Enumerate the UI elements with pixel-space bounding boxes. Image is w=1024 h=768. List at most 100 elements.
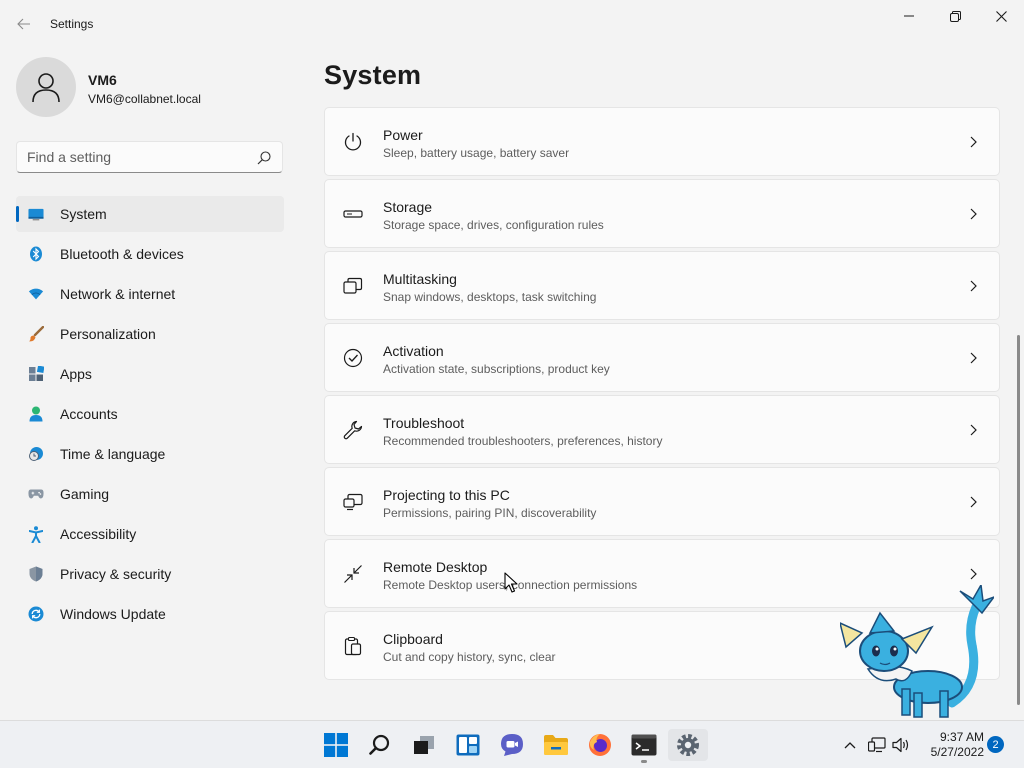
- card-title: Power: [383, 127, 423, 143]
- shield-icon: [28, 566, 44, 582]
- bluetooth-icon: [28, 246, 44, 262]
- sidebar-nav: System Bluetooth & devices Network & int…: [16, 196, 284, 636]
- sidebar-item-label: Personalization: [60, 326, 156, 342]
- vertical-scrollbar[interactable]: [1017, 335, 1020, 705]
- card-subtitle: Sleep, battery usage, battery saver: [383, 146, 570, 160]
- chevron-right-icon: [967, 207, 979, 221]
- card-title: Remote Desktop: [383, 559, 488, 575]
- card-subtitle: Activation state, subscriptions, product…: [383, 362, 610, 376]
- card-subtitle: Permissions, pairing PIN, discoverabilit…: [383, 506, 597, 520]
- sidebar-item-gaming[interactable]: Gaming: [16, 476, 284, 512]
- taskbar-search-icon: [369, 734, 390, 755]
- storage-drive-icon: [343, 204, 363, 224]
- system-monitor-icon: [28, 206, 44, 222]
- accessibility-person-icon: [28, 525, 44, 543]
- folder-icon: [544, 735, 568, 755]
- speaker-volume-icon: [892, 737, 909, 753]
- settings-card-activation[interactable]: Activation Activation state, subscriptio…: [324, 323, 1000, 392]
- sidebar-item-time-language[interactable]: Time & language: [16, 436, 284, 472]
- globe-clock-icon: [28, 446, 44, 462]
- settings-card-power[interactable]: Power Sleep, battery usage, battery save…: [324, 107, 1000, 176]
- sidebar-item-label: Time & language: [60, 446, 166, 462]
- settings-card-troubleshoot[interactable]: Troubleshoot Recommended troubleshooters…: [324, 395, 1000, 464]
- windows-start-icon: [324, 733, 348, 757]
- restore-icon: [949, 10, 961, 22]
- sidebar-item-label: Accessibility: [60, 526, 137, 542]
- sidebar-item-network-internet[interactable]: Network & internet: [16, 276, 284, 312]
- search-input[interactable]: [27, 148, 247, 166]
- firefox-button[interactable]: [580, 729, 620, 761]
- sidebar-item-label: Gaming: [60, 486, 110, 502]
- card-title: Troubleshoot: [383, 415, 465, 431]
- settings-gear-icon: [677, 734, 699, 756]
- settings-card-multitasking[interactable]: Multitasking Snap windows, desktops, tas…: [324, 251, 1000, 320]
- gamepad-icon: [28, 486, 44, 502]
- settings-card-projecting[interactable]: Projecting to this PC Permissions, pairi…: [324, 467, 1000, 536]
- show-hidden-icons-button[interactable]: [841, 735, 859, 755]
- card-title: Clipboard: [383, 631, 443, 647]
- close-icon: [995, 10, 1007, 22]
- taskbar-search-button[interactable]: [360, 729, 400, 761]
- notification-badge[interactable]: 2: [987, 736, 1004, 753]
- chevron-up-icon: [844, 742, 856, 749]
- chat-button[interactable]: [492, 729, 532, 761]
- settings-taskbar-button[interactable]: [668, 729, 708, 761]
- user-email: VM6@collabnet.local: [88, 92, 201, 106]
- paintbrush-icon: [28, 326, 44, 342]
- sidebar-item-windows-update[interactable]: Windows Update: [16, 596, 284, 632]
- restore-button[interactable]: [932, 0, 978, 32]
- back-button[interactable]: [10, 12, 38, 36]
- app-title: Settings: [50, 17, 94, 31]
- chat-icon: [501, 734, 523, 756]
- user-name: VM6: [88, 72, 117, 88]
- multitasking-icon: [343, 276, 363, 296]
- settings-search-box: [16, 141, 283, 173]
- sidebar-item-bluetooth-devices[interactable]: Bluetooth & devices: [16, 236, 284, 272]
- volume-tray-button[interactable]: [892, 735, 910, 755]
- network-monitor-icon: [868, 737, 886, 753]
- task-view-button[interactable]: [404, 729, 444, 761]
- clock-time: 9:37 AM: [939, 730, 984, 744]
- person-avatar-icon: [32, 73, 60, 103]
- chevron-right-icon: [967, 423, 979, 437]
- wrench-icon: [343, 420, 363, 440]
- widgets-button[interactable]: [448, 729, 488, 761]
- chevron-right-icon: [967, 135, 979, 149]
- card-title: Activation: [383, 343, 444, 359]
- card-title: Projecting to this PC: [383, 487, 510, 503]
- close-button[interactable]: [978, 0, 1024, 32]
- back-arrow-icon: [17, 18, 30, 30]
- terminal-button[interactable]: [624, 729, 664, 763]
- search-icon[interactable]: [256, 150, 272, 166]
- sidebar-item-label: Apps: [60, 366, 92, 382]
- chevron-right-icon: [967, 567, 979, 581]
- minimize-button[interactable]: [886, 0, 932, 32]
- network-tray-button[interactable]: [868, 735, 886, 755]
- card-title: Multitasking: [383, 271, 457, 287]
- settings-card-storage[interactable]: Storage Storage space, drives, configura…: [324, 179, 1000, 248]
- chevron-right-icon: [967, 279, 979, 293]
- card-subtitle: Snap windows, desktops, task switching: [383, 290, 597, 304]
- terminal-icon: [631, 734, 657, 756]
- card-title: Storage: [383, 199, 433, 215]
- power-icon: [343, 132, 363, 152]
- system-clock[interactable]: 9:37 AM 5/27/2022: [914, 730, 984, 760]
- user-profile[interactable]: VM6 VM6@collabnet.local: [16, 57, 286, 117]
- sidebar-item-label: Bluetooth & devices: [60, 246, 184, 262]
- sidebar-item-privacy-security[interactable]: Privacy & security: [16, 556, 284, 592]
- card-subtitle: Recommended troubleshooters, preferences…: [383, 434, 663, 448]
- file-explorer-button[interactable]: [536, 729, 576, 761]
- sidebar-item-accessibility[interactable]: Accessibility: [16, 516, 284, 552]
- sidebar-item-apps[interactable]: Apps: [16, 356, 284, 392]
- mouse-cursor-icon: [504, 572, 518, 593]
- clipboard-icon: [343, 636, 363, 656]
- start-button[interactable]: [316, 729, 356, 761]
- firefox-icon: [589, 734, 611, 756]
- card-subtitle: Storage space, drives, configuration rul…: [383, 218, 604, 232]
- card-subtitle: Cut and copy history, sync, clear: [383, 650, 556, 664]
- sidebar-item-personalization[interactable]: Personalization: [16, 316, 284, 352]
- sidebar-item-accounts[interactable]: Accounts: [16, 396, 284, 432]
- sidebar-item-system[interactable]: System: [16, 196, 284, 232]
- chevron-right-icon: [967, 495, 979, 509]
- title-bar: Settings: [0, 0, 1024, 48]
